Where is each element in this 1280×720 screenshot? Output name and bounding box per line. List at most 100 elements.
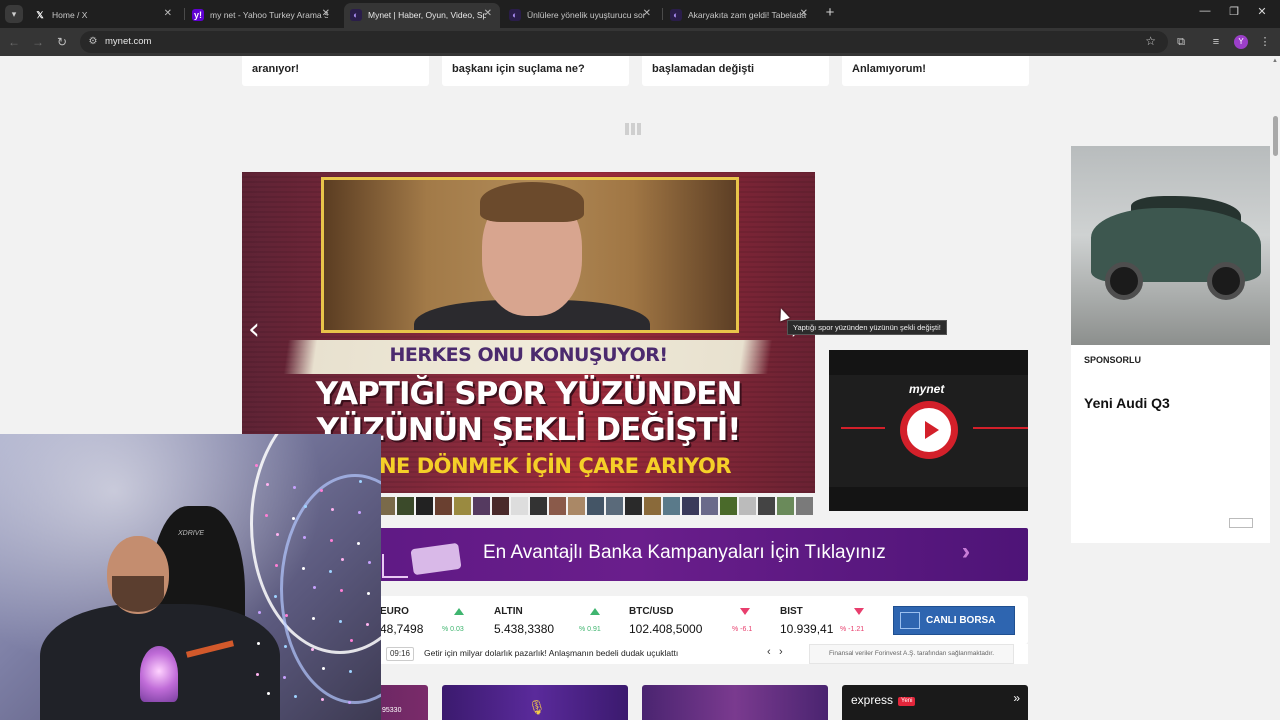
profile-avatar[interactable]: Y [1234, 35, 1248, 49]
ticker-headline[interactable]: Getir için milyar dolarlık pazarlık! Anl… [424, 648, 678, 658]
extensions-icon[interactable]: ⧉ [1173, 34, 1189, 50]
slider-thumbnail[interactable] [587, 497, 604, 515]
play-icon[interactable] [900, 401, 958, 459]
close-icon[interactable]: ✕ [800, 3, 808, 25]
market-item-gold[interactable]: ALTIN 5.438,3380 % 0.91 [494, 596, 629, 644]
market-name: BTC/USD [629, 606, 674, 617]
close-window-icon[interactable]: ✕ [1254, 5, 1270, 18]
chevron-right-icon[interactable]: › [779, 646, 783, 658]
market-name: EURO [380, 606, 409, 617]
bookmark-star-icon[interactable]: ☆ [1145, 34, 1156, 48]
back-icon[interactable]: ← [6, 34, 22, 50]
bottom-card-audio[interactable]: 🎙 [442, 685, 628, 720]
close-icon[interactable]: ✕ [164, 3, 172, 25]
tab-x-home[interactable]: 𝕏 Home / X ✕ [28, 3, 180, 25]
credit-card-icon [410, 542, 462, 576]
news-card[interactable]: başkanı için suçlama ne? [442, 56, 629, 86]
led-light [256, 673, 259, 676]
slider-thumbnail[interactable] [644, 497, 661, 515]
sponsor-label: SPONSORLU [1084, 355, 1142, 365]
video-player[interactable]: mynet [829, 350, 1028, 511]
tab-separator [184, 8, 185, 20]
led-light [359, 480, 362, 483]
rgb-lamp [140, 646, 178, 702]
chart-icon [900, 612, 920, 629]
browser-tab-bar: ▾ 𝕏 Home / X ✕ y! my net - Yahoo Turkey Ar… [0, 0, 1280, 28]
chevron-left-icon[interactable]: ‹ [248, 312, 260, 347]
news-card-title: başkanı için suçlama ne? [452, 63, 585, 75]
slider-thumbnail[interactable] [397, 497, 414, 515]
slider-thumbnail[interactable] [568, 497, 585, 515]
sponsor-ad[interactable]: SPONSORLU Yeni Audi Q3 [1071, 146, 1270, 543]
double-chevron-right-icon[interactable]: » [1013, 691, 1020, 705]
site-info-icon[interactable]: ⚙ [86, 35, 100, 49]
led-light [283, 676, 286, 679]
minimize-icon[interactable]: — [1197, 5, 1213, 17]
tab-mynet-home[interactable]: ◐ Mynet | Haber, Oyun, Video, Sp ✕ [344, 3, 500, 28]
slider-photo [321, 177, 739, 333]
restore-icon[interactable]: ❐ [1226, 5, 1242, 18]
close-icon[interactable]: ✕ [322, 3, 330, 25]
live-market-button[interactable]: CANLI BORSA [893, 606, 1015, 635]
bottom-card-express[interactable]: express Yeni » [842, 685, 1028, 720]
market-change: % -1.21 [840, 626, 865, 633]
microphone-icon: 🎙 [528, 699, 546, 715]
arrow-down-icon [854, 608, 864, 615]
slider-thumbnail[interactable] [625, 497, 642, 515]
live-market-label: CANLI BORSA [926, 615, 996, 626]
slider-thumbnail[interactable] [720, 497, 737, 515]
slider-thumbnail[interactable] [777, 497, 794, 515]
news-card[interactable]: Anlamıyorum! [842, 56, 1029, 86]
led-light [292, 517, 295, 520]
led-light [330, 539, 333, 542]
video-line [841, 427, 885, 429]
slider-thumbnail[interactable] [473, 497, 490, 515]
led-light [331, 508, 334, 511]
page-scrollbar[interactable]: ▲ [1270, 56, 1280, 720]
slider-thumbnail[interactable] [435, 497, 452, 515]
reload-icon[interactable]: ↻ [54, 34, 70, 50]
scrollbar-thumb[interactable] [1273, 116, 1278, 156]
banner-text: En Avantajlı Banka Kampanyaları İçin Tık… [483, 542, 886, 563]
bottom-card-horoscope[interactable] [642, 685, 828, 720]
close-icon[interactable]: ✕ [643, 3, 651, 25]
slider-thumbnail[interactable] [492, 497, 509, 515]
slider-thumbnail[interactable] [663, 497, 680, 515]
new-tab-button[interactable]: + [822, 4, 838, 22]
tab-yahoo-search[interactable]: y! my net - Yahoo Turkey Arama S ✕ [186, 3, 338, 25]
led-light [267, 692, 270, 695]
slider-thumbnail[interactable] [758, 497, 775, 515]
tab-title: Mynet | Haber, Oyun, Video, Sp [368, 9, 486, 20]
forward-icon[interactable]: → [30, 34, 46, 50]
market-item-btc[interactable]: BTC/USD 102.408,5000 % -6.1 [629, 596, 764, 644]
close-icon[interactable]: ✕ [484, 3, 492, 25]
arrow-down-icon [740, 608, 750, 615]
media-control-icon[interactable]: ≡ [1208, 34, 1224, 50]
sponsor-title[interactable]: Yeni Audi Q3 [1084, 395, 1170, 411]
led-light [339, 620, 342, 623]
chevron-left-icon[interactable]: ‹ [767, 646, 771, 658]
ad-choices-icon[interactable] [1229, 518, 1253, 528]
led-light [265, 514, 268, 517]
menu-icon[interactable]: ⋮ [1257, 34, 1273, 50]
tab-mynet-article-2[interactable]: ◐ Akaryakıta zam geldi! Tabelada ✕ [664, 3, 816, 25]
tab-mynet-article-1[interactable]: ◐ Ünlülere yönelik uyuşturucu sor ✕ [503, 3, 659, 25]
scroll-up-icon[interactable]: ▲ [1271, 58, 1279, 64]
slider-thumbnail[interactable] [682, 497, 699, 515]
led-light [294, 695, 297, 698]
news-card[interactable]: aranıyor! [242, 56, 429, 86]
slider-thumbnail[interactable] [549, 497, 566, 515]
address-bar[interactable]: ⚙ mynet.com ☆ [80, 31, 1168, 53]
slider-thumbnail[interactable] [606, 497, 623, 515]
slider-thumbnail[interactable] [530, 497, 547, 515]
slider-thumbnail[interactable] [454, 497, 471, 515]
slider-thumbnail[interactable] [739, 497, 756, 515]
news-card[interactable]: başlamadan değişti [642, 56, 829, 86]
tab-search-button[interactable]: ▾ [5, 5, 23, 23]
slider-thumbnail[interactable] [511, 497, 528, 515]
x-logo-icon: 𝕏 [36, 9, 44, 20]
slider-thumbnail[interactable] [796, 497, 813, 515]
arrow-up-icon [590, 608, 600, 615]
slider-thumbnail[interactable] [701, 497, 718, 515]
slider-thumbnail[interactable] [416, 497, 433, 515]
